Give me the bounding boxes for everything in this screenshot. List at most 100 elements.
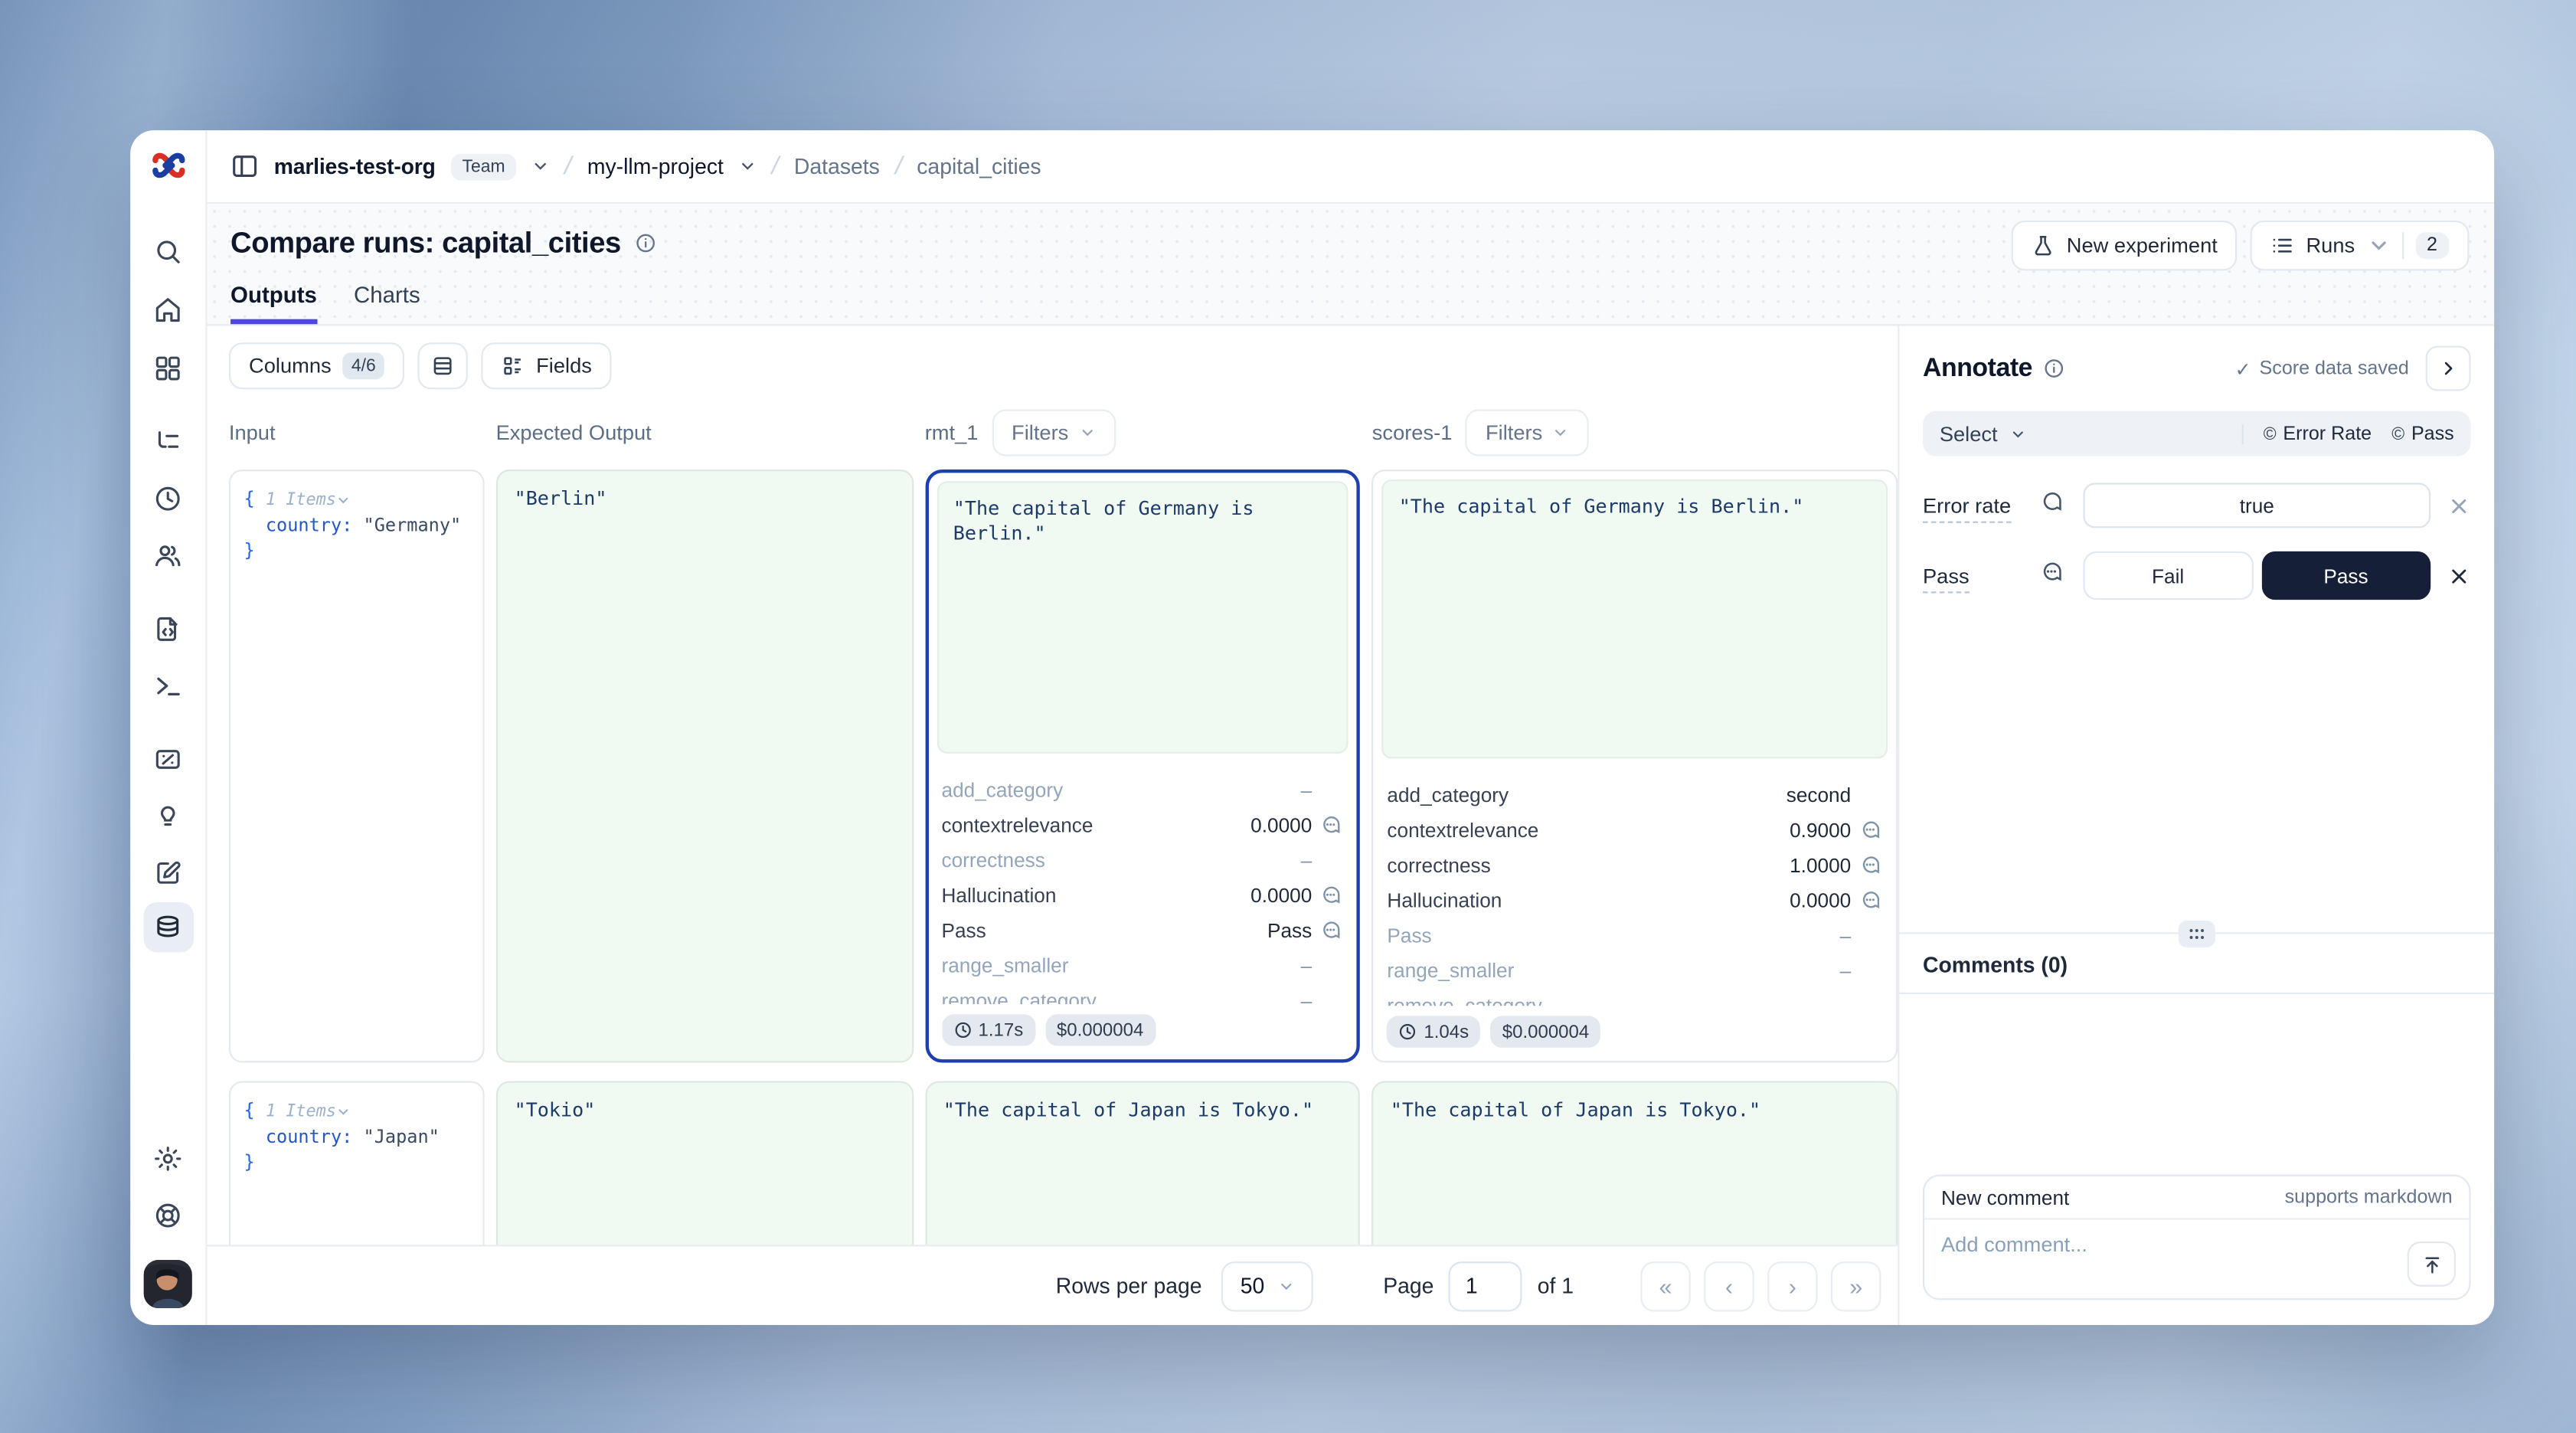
main-area: marlies-test-org Team / my-llm-project /… xyxy=(208,130,2495,1325)
collapse-panel-button[interactable] xyxy=(2426,346,2471,391)
pass-button[interactable]: Pass xyxy=(2261,551,2431,600)
breadcrumb-dataset-name[interactable]: capital_cities xyxy=(917,154,1041,179)
user-avatar[interactable] xyxy=(144,1260,192,1308)
score-chip-pass[interactable]: © Pass xyxy=(2391,424,2453,443)
score-select-dropdown[interactable]: Select xyxy=(1940,422,2026,446)
results-table: Columns 4/6 Fields Input Expec xyxy=(208,326,1898,1325)
fail-button[interactable]: Fail xyxy=(2083,551,2252,600)
sidebar-item-annotation[interactable] xyxy=(143,847,193,897)
lifebuoy-icon xyxy=(154,1200,182,1229)
flask-icon xyxy=(2032,234,2055,257)
annotate-title: Annotate xyxy=(1923,353,2032,383)
users-icon xyxy=(154,541,182,569)
page-of-label: of 1 xyxy=(1538,1273,1574,1298)
sidebar-item-llm-judge[interactable] xyxy=(143,790,193,840)
clear-score-icon[interactable] xyxy=(2447,494,2471,518)
sidebar-item-home[interactable] xyxy=(143,284,193,334)
prev-page-button[interactable]: ‹ xyxy=(1704,1261,1754,1310)
comment-bubble-icon[interactable] xyxy=(2040,560,2084,591)
filters-button-run1[interactable]: Filters xyxy=(992,409,1116,456)
score-row-pass: Pass Fail Pass xyxy=(1923,551,2471,600)
panel-toggle-icon[interactable] xyxy=(230,152,259,181)
filters-button-run2[interactable]: Filters xyxy=(1466,409,1590,456)
runs-button[interactable]: Runs 2 xyxy=(2251,221,2469,270)
metric-row: remove_category– xyxy=(942,983,1342,1004)
comment-input[interactable] xyxy=(1924,1220,2469,1299)
comment-bubble-icon[interactable] xyxy=(1859,854,1881,875)
expected-output-cell[interactable]: "Tokio" xyxy=(496,1081,914,1245)
metrics-list: add_categorysecond contextrelevance0.900… xyxy=(1374,767,1896,1006)
save-status: ✓ Score data saved xyxy=(2235,357,2409,381)
latency-badge: 1.17s xyxy=(942,1014,1035,1045)
sidebar-item-users[interactable] xyxy=(143,530,193,580)
metric-row: contextrelevance0.9000 xyxy=(1387,812,1881,847)
table-toolbar: Columns 4/6 Fields xyxy=(208,326,1898,399)
info-icon[interactable] xyxy=(634,232,655,254)
comment-bubble-icon[interactable] xyxy=(1859,819,1881,840)
chevron-down-icon[interactable] xyxy=(336,1104,351,1119)
fields-button[interactable]: Fields xyxy=(481,342,612,389)
chevron-down-icon xyxy=(1552,424,1569,441)
sidebar-item-playground[interactable] xyxy=(143,660,193,710)
divider xyxy=(2401,232,2403,259)
sidebar-item-evaluation[interactable] xyxy=(143,734,193,784)
score-chip-error-rate[interactable]: © Error Rate xyxy=(2264,424,2372,443)
pen-square-icon xyxy=(154,858,182,886)
runs-count-badge: 2 xyxy=(2415,232,2450,259)
metric-row: range_smaller– xyxy=(942,947,1342,983)
sidebar-item-support[interactable] xyxy=(143,1189,193,1239)
org-type-badge: Team xyxy=(450,153,517,180)
rows-per-page-select[interactable]: 50 xyxy=(1222,1261,1313,1310)
row-height-button[interactable] xyxy=(417,342,467,389)
score-row-error-rate: Error rate xyxy=(1923,483,2471,528)
next-page-button[interactable]: › xyxy=(1767,1261,1817,1310)
info-icon[interactable] xyxy=(2042,358,2064,379)
last-page-button[interactable]: » xyxy=(1831,1261,1881,1310)
comment-bubble-icon[interactable] xyxy=(1320,884,1342,905)
run2-output-cell[interactable]: "The capital of Germany is Berlin." add_… xyxy=(1372,469,1898,1062)
panel-resize-divider xyxy=(1899,933,2494,934)
resize-grip-handle[interactable] xyxy=(2179,921,2215,948)
first-page-button[interactable]: « xyxy=(1640,1261,1690,1310)
breadcrumb-datasets[interactable]: Datasets xyxy=(794,154,880,179)
sidebar-item-prompts[interactable] xyxy=(143,604,193,653)
submit-comment-button[interactable] xyxy=(2408,1242,2456,1287)
page-number-input[interactable] xyxy=(1449,1261,1522,1310)
new-experiment-button[interactable]: New experiment xyxy=(2012,221,2238,270)
comment-bubble-icon[interactable] xyxy=(2040,489,2084,521)
metric-row: Pass– xyxy=(1387,918,1881,953)
column-headers: Input Expected Output rmt_1 Filters scor… xyxy=(208,399,1898,469)
page-header: Compare runs: capital_cities New experim… xyxy=(208,204,2495,326)
clear-score-icon[interactable] xyxy=(2447,564,2471,587)
metric-row: range_smaller– xyxy=(1387,953,1881,988)
sidebar-item-datasets[interactable] xyxy=(143,902,193,952)
org-name[interactable]: marlies-test-org xyxy=(274,154,436,179)
error-rate-input[interactable] xyxy=(2083,483,2431,528)
run2-output-cell[interactable]: "The capital of Japan is Tokyo." xyxy=(1372,1081,1898,1245)
chevron-down-icon[interactable] xyxy=(336,492,351,507)
chevron-down-icon[interactable] xyxy=(739,157,757,175)
sidebar-item-dashboards[interactable] xyxy=(143,342,193,392)
column-header-run2: scores-1 Filters xyxy=(1372,409,1898,456)
comment-bubble-icon[interactable] xyxy=(1320,919,1342,941)
sidebar-item-search[interactable] xyxy=(143,226,193,276)
columns-button[interactable]: Columns 4/6 xyxy=(229,342,404,389)
comment-bubble-icon[interactable] xyxy=(1320,813,1342,835)
tab-outputs[interactable]: Outputs xyxy=(230,283,317,325)
sidebar-item-tracing[interactable] xyxy=(143,416,193,466)
metrics-list: add_category– contextrelevance0.0000 cor… xyxy=(928,762,1357,1004)
expected-output-cell[interactable]: "Berlin" xyxy=(496,469,914,1062)
run1-output-cell[interactable]: "The capital of Germany is Berlin." add_… xyxy=(925,469,1361,1062)
score-config-icon: © xyxy=(2264,424,2277,443)
sidebar-item-sessions[interactable] xyxy=(143,473,193,522)
chevron-down-icon[interactable] xyxy=(531,157,550,175)
sidebar-item-settings[interactable] xyxy=(143,1133,193,1183)
fields-icon xyxy=(501,354,525,378)
run1-output-cell[interactable]: "The capital of Japan is Tokyo." xyxy=(925,1081,1361,1245)
tab-charts[interactable]: Charts xyxy=(354,283,420,325)
input-cell[interactable]: { 1 Items country: "Germany" } xyxy=(229,469,484,1062)
input-cell[interactable]: { 1 Items country: "Japan" } xyxy=(229,1081,484,1245)
clock-icon xyxy=(1399,1022,1417,1041)
project-name[interactable]: my-llm-project xyxy=(587,154,724,179)
comment-bubble-icon[interactable] xyxy=(1859,889,1881,911)
